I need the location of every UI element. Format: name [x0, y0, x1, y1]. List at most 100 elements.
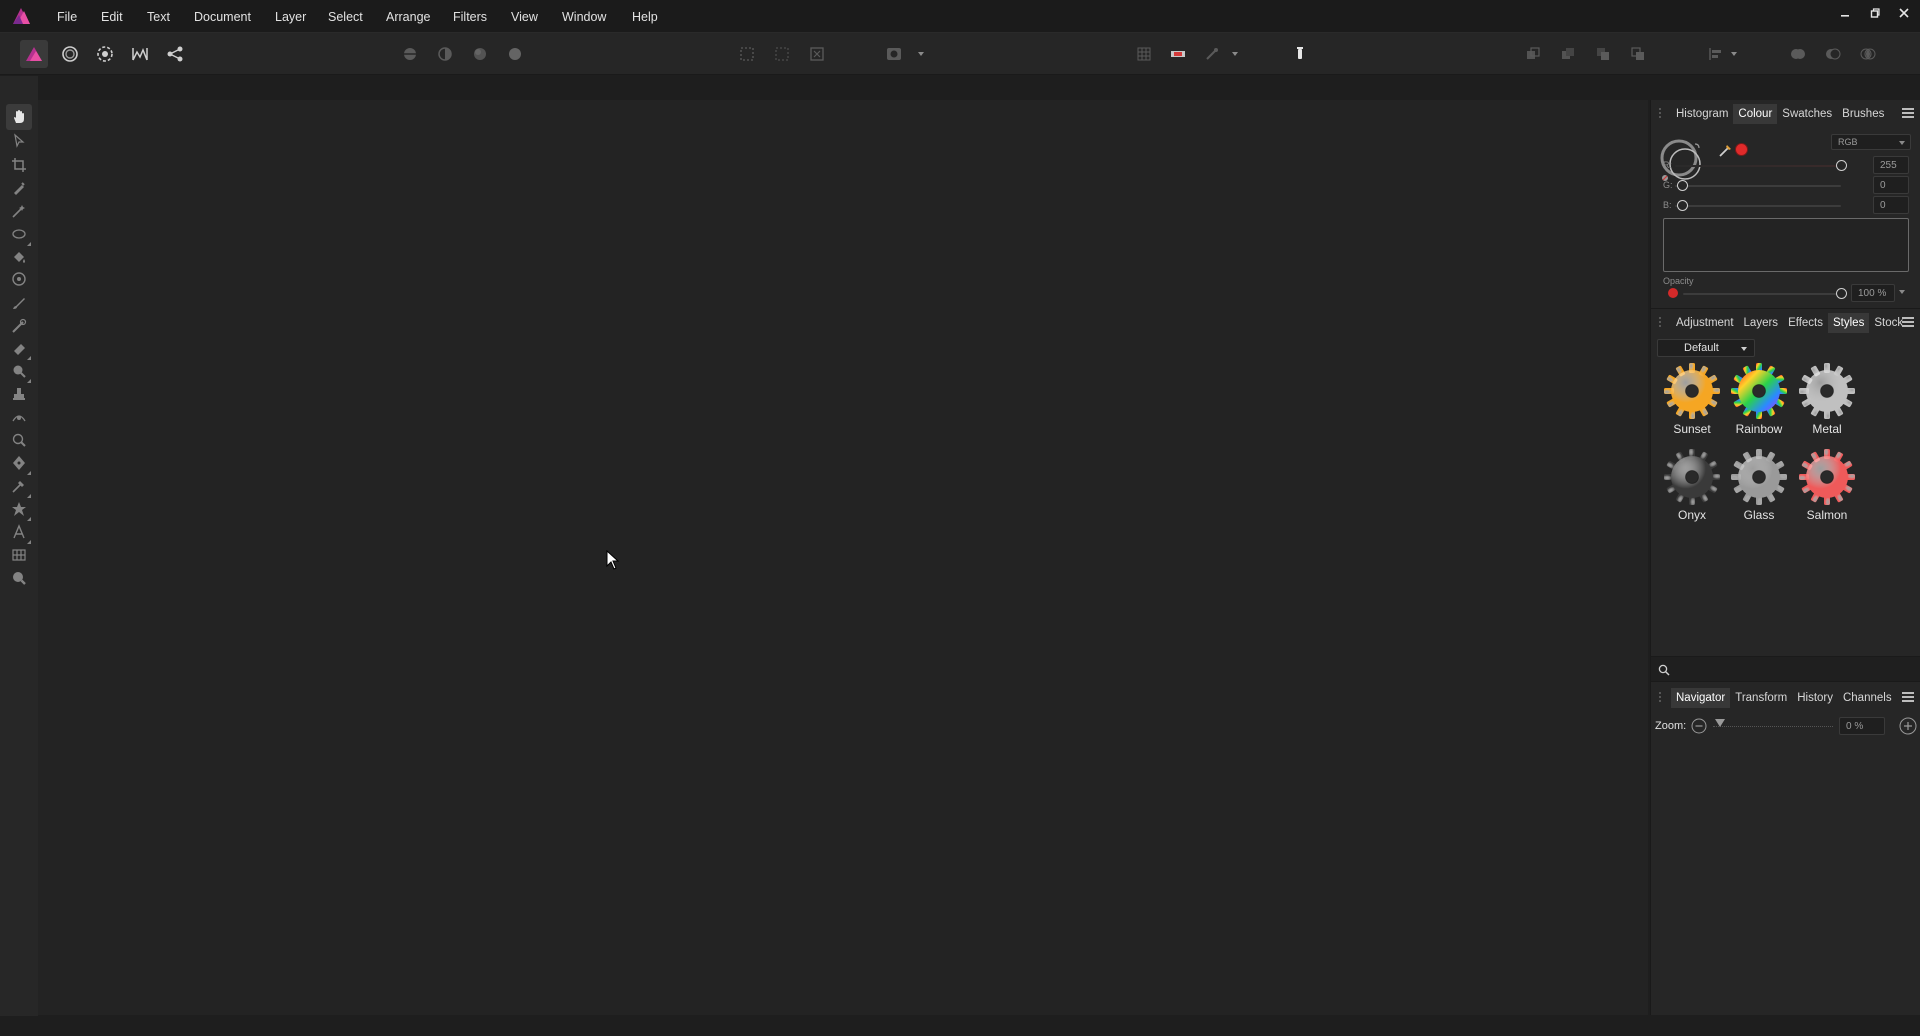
picked-colour-swatch[interactable] [1735, 143, 1748, 156]
recent-colours-box[interactable] [1663, 218, 1909, 272]
align-dropdown-icon[interactable] [1731, 52, 1737, 56]
menu-select[interactable]: Select [328, 10, 363, 24]
snapping-options-icon[interactable] [1198, 40, 1226, 68]
zoom-value-field[interactable]: 0 % [1839, 717, 1885, 735]
selection-add-icon[interactable] [768, 40, 796, 68]
red-slider-track[interactable] [1675, 165, 1841, 167]
close-icon[interactable] [1893, 6, 1915, 26]
style-thumbnail-onyx[interactable]: Onyx [1659, 446, 1725, 522]
auto-contrast-icon[interactable] [431, 40, 459, 68]
blue-slider-track[interactable] [1675, 205, 1841, 207]
panel-menu-icon[interactable] [1902, 108, 1914, 118]
red-channel-label: R: [1663, 160, 1672, 170]
context-toolbar [0, 33, 1920, 75]
panel-divider [1651, 308, 1920, 309]
style-thumbnail-rainbow[interactable]: Rainbow [1726, 360, 1792, 436]
style-thumbnail-sunset[interactable]: Sunset [1659, 360, 1725, 436]
boolean-add-icon[interactable] [1784, 40, 1812, 68]
align-icon[interactable] [1702, 40, 1730, 68]
red-slider-knob[interactable] [1836, 160, 1847, 171]
snapping-dropdown-icon[interactable] [1232, 52, 1238, 56]
tab-swatches[interactable]: Swatches [1777, 104, 1837, 124]
tab-colour[interactable]: Colour [1733, 104, 1778, 124]
auto-white-balance-icon[interactable] [501, 40, 529, 68]
menu-filters[interactable]: Filters [453, 10, 487, 24]
opacity-slider-knob[interactable] [1836, 288, 1847, 299]
tab-history[interactable]: History [1792, 688, 1838, 708]
zoom-tool-icon[interactable] [6, 565, 32, 591]
tab-layers[interactable]: Layers [1739, 313, 1784, 333]
styles-panel-tabs: Adjustment Layers Effects Styles Stock [1651, 311, 1920, 335]
order-forward-icon[interactable] [1589, 40, 1617, 68]
order-front-icon[interactable] [1624, 40, 1652, 68]
snapping-grid-icon[interactable] [1130, 40, 1158, 68]
opacity-value-field[interactable]: 100 % [1851, 284, 1895, 302]
tab-transform[interactable]: Transform [1730, 688, 1792, 708]
menu-view[interactable]: View [511, 10, 538, 24]
order-backward-icon[interactable] [1554, 40, 1582, 68]
boolean-subtract-icon[interactable] [1819, 40, 1847, 68]
snapping-toggle-icon[interactable] [1164, 40, 1192, 68]
menu-arrange[interactable]: Arrange [386, 10, 430, 24]
zoom-out-icon[interactable] [1691, 718, 1707, 734]
tone-mapping-persona-icon[interactable] [126, 40, 154, 68]
style-name: Glass [1743, 508, 1775, 522]
view-tool-hand-icon[interactable] [6, 104, 32, 130]
green-slider-knob[interactable] [1677, 180, 1688, 191]
tab-brushes[interactable]: Brushes [1837, 104, 1889, 124]
red-value-field[interactable]: 255 [1873, 156, 1909, 174]
move-tool-icon[interactable] [6, 128, 32, 154]
menu-edit[interactable]: Edit [101, 10, 123, 24]
panel-menu-icon[interactable] [1902, 692, 1914, 702]
menu-window[interactable]: Window [562, 10, 606, 24]
menu-file[interactable]: File [57, 10, 77, 24]
zoom-in-icon[interactable] [1899, 717, 1917, 735]
blue-slider-knob[interactable] [1677, 200, 1688, 211]
panel-menu-icon[interactable] [1902, 317, 1914, 327]
minimize-icon[interactable] [1834, 6, 1856, 26]
tab-histogram[interactable]: Histogram [1671, 104, 1733, 124]
style-category-select[interactable]: Default [1657, 339, 1755, 357]
auto-levels-icon[interactable] [396, 40, 424, 68]
green-slider-track[interactable] [1675, 185, 1841, 187]
tab-effects[interactable]: Effects [1783, 313, 1828, 333]
menu-help[interactable]: Help [632, 10, 658, 24]
refine-selection-icon[interactable] [803, 40, 831, 68]
tab-navigator[interactable]: Navigator [1671, 688, 1731, 708]
document-canvas-area[interactable] [38, 100, 1648, 1015]
tab-styles[interactable]: Styles [1828, 313, 1870, 333]
restore-icon[interactable] [1864, 6, 1886, 26]
opacity-slider-track[interactable] [1683, 293, 1843, 295]
colour-model-select[interactable]: RGB [1831, 134, 1911, 150]
menu-document[interactable]: Document [194, 10, 251, 24]
zoom-slider-knob[interactable] [1715, 719, 1725, 727]
export-persona-icon[interactable] [161, 40, 189, 68]
develop-persona-icon[interactable] [91, 40, 119, 68]
opacity-colour-dot [1668, 288, 1678, 298]
colour-model-value: RGB [1838, 137, 1858, 147]
blue-value-field[interactable]: 0 [1873, 196, 1909, 214]
photo-persona-icon[interactable] [20, 40, 48, 68]
gradient-tool-icon[interactable] [6, 266, 32, 292]
colour-picker-icon[interactable] [1718, 142, 1734, 158]
order-back-icon[interactable] [1519, 40, 1547, 68]
styles-search-bar[interactable] [1651, 656, 1920, 682]
menu-text[interactable]: Text [147, 10, 170, 24]
opacity-dropdown-icon[interactable] [1899, 290, 1905, 294]
gear-icon [1664, 363, 1720, 419]
quick-mask-icon[interactable] [880, 40, 908, 68]
style-thumbnail-metal[interactable]: Metal [1794, 360, 1860, 436]
boolean-intersect-icon[interactable] [1854, 40, 1882, 68]
style-thumbnail-salmon[interactable]: Salmon [1794, 446, 1860, 522]
zoom-slider-track[interactable] [1713, 726, 1833, 728]
selection-mode-icon[interactable] [733, 40, 761, 68]
quick-mask-dropdown-icon[interactable] [918, 52, 924, 56]
menu-layer[interactable]: Layer [275, 10, 306, 24]
tab-channels[interactable]: Channels [1838, 688, 1897, 708]
green-value-field[interactable]: 0 [1873, 176, 1909, 194]
auto-colours-icon[interactable] [466, 40, 494, 68]
liquify-persona-icon[interactable] [56, 40, 84, 68]
assistant-icon[interactable] [1286, 40, 1314, 68]
style-thumbnail-glass[interactable]: Glass [1726, 446, 1792, 522]
tab-adjustment[interactable]: Adjustment [1671, 313, 1739, 333]
